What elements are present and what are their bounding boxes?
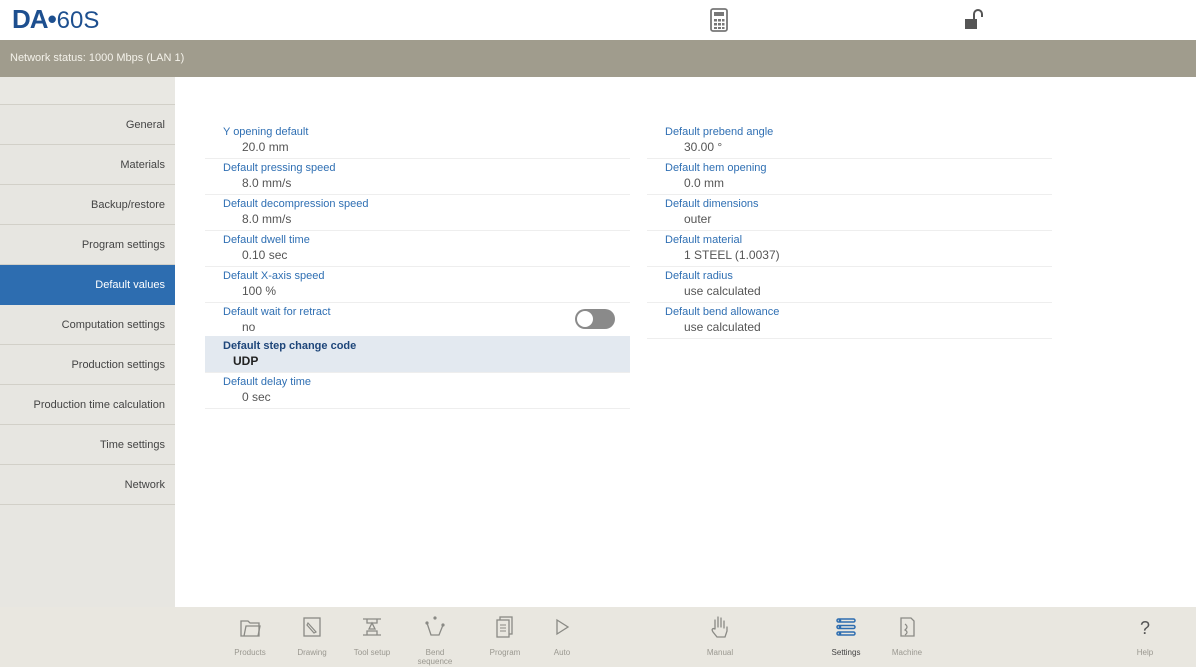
param-y-opening-default[interactable]: Y opening default 20.0 mm — [205, 122, 630, 159]
param-label: Default pressing speed — [223, 162, 336, 174]
param-value: use calculated — [684, 320, 761, 334]
param-label: Default decompression speed — [223, 198, 369, 210]
param-label: Default radius — [665, 270, 733, 282]
param-label: Y opening default — [223, 126, 309, 138]
program-icon — [496, 616, 513, 638]
help-icon: ? — [1140, 618, 1150, 638]
param-value: UDP — [233, 354, 259, 368]
param-label: Default hem opening — [665, 162, 767, 174]
tab-drawing[interactable]: Drawing — [287, 607, 337, 667]
settings-list-icon — [836, 618, 856, 636]
param-value: 100 % — [242, 284, 277, 298]
param-value: 0.0 mm — [684, 176, 725, 190]
tab-label: Help — [1136, 648, 1154, 657]
param-default-pressing-speed[interactable]: Default pressing speed 8.0 mm/s — [205, 158, 630, 195]
param-label: Default prebend angle — [665, 126, 774, 138]
param-default-wait-for-retract[interactable]: Default wait for retract no — [205, 302, 630, 339]
tab-tool-setup[interactable]: Tool setup — [347, 607, 397, 667]
param-value: outer — [684, 212, 712, 226]
sidebar-item-network[interactable]: Network — [0, 465, 175, 505]
tab-label: Settings — [831, 648, 861, 657]
sidebar-item-general[interactable]: General — [0, 105, 175, 145]
sidebar-item-default-values[interactable]: Default values — [0, 265, 175, 305]
param-label: Default X-axis speed — [223, 270, 325, 282]
tab-label: Bend sequence — [417, 648, 453, 666]
sidebar-item-materials[interactable]: Materials — [0, 145, 175, 185]
param-default-hem-opening[interactable]: Default hem opening 0.0 mm — [647, 158, 1052, 195]
param-default-prebend-angle[interactable]: Default prebend angle 30.00 ° — [647, 122, 1052, 159]
app-logo: DA•60S — [12, 4, 99, 36]
param-label: Default material — [665, 234, 743, 246]
tab-label: Program — [489, 648, 521, 657]
logo-model: 60S — [56, 7, 100, 34]
calculator-icon[interactable] — [709, 8, 729, 32]
param-value: 1 STEEL (1.0037) — [684, 248, 780, 262]
network-status-bar: Network status: 1000 Mbps (LAN 1) — [0, 40, 1196, 77]
param-default-x-axis-speed[interactable]: Default X-axis speed 100 % — [205, 266, 630, 303]
param-value: 30.00 ° — [684, 140, 723, 154]
tab-help[interactable]: ? Help — [1120, 607, 1170, 667]
param-value: 0.10 sec — [242, 248, 288, 262]
tab-auto[interactable]: Auto — [537, 607, 587, 667]
hand-icon — [711, 616, 728, 638]
param-default-step-change-code[interactable]: Default step change code UDP — [205, 336, 630, 373]
toggle-knob — [577, 311, 593, 327]
param-default-radius[interactable]: Default radius use calculated — [647, 266, 1052, 303]
param-value: use calculated — [684, 284, 761, 298]
wait-for-retract-toggle[interactable] — [575, 309, 615, 329]
tab-label: Tool setup — [353, 648, 391, 657]
param-value: 8.0 mm/s — [242, 212, 292, 226]
machine-icon — [900, 617, 915, 637]
default-values-panel: Y opening default 20.0 mm Default pressi… — [175, 77, 1196, 607]
param-label: Default bend allowance — [665, 306, 780, 318]
tab-label: Auto — [553, 648, 571, 657]
tab-label: Manual — [706, 648, 734, 657]
param-default-dimensions[interactable]: Default dimensions outer — [647, 194, 1052, 231]
tab-machine[interactable]: Machine — [882, 607, 932, 667]
tab-bend-sequence[interactable]: Bend sequence — [410, 607, 460, 667]
param-default-bend-allowance[interactable]: Default bend allowance use calculated — [647, 302, 1052, 339]
tab-label: Products — [234, 648, 266, 657]
settings-sidebar: General Materials Backup/restore Program… — [0, 77, 175, 607]
logo-brand: DA — [12, 4, 49, 34]
tab-settings[interactable]: Settings — [821, 607, 871, 667]
logo-dot: • — [47, 4, 57, 34]
param-default-dwell-time[interactable]: Default dwell time 0.10 sec — [205, 230, 630, 267]
sidebar-item-program-settings[interactable]: Program settings — [0, 225, 175, 265]
param-label: Default wait for retract — [223, 306, 331, 318]
pencil-icon — [303, 617, 321, 637]
param-default-decompression-speed[interactable]: Default decompression speed 8.0 mm/s — [205, 194, 630, 231]
play-icon — [556, 618, 570, 636]
sidebar-item-time-settings[interactable]: Time settings — [0, 425, 175, 465]
bottom-navigation: Products Drawing Tool setup Bend sequenc… — [0, 607, 1196, 667]
svg-text:?: ? — [1140, 618, 1150, 638]
unlock-icon[interactable] — [963, 8, 985, 32]
param-value: no — [242, 320, 256, 334]
param-default-material[interactable]: Default material 1 STEEL (1.0037) — [647, 230, 1052, 267]
param-value: 0 sec — [242, 390, 271, 404]
tab-manual[interactable]: Manual — [695, 607, 745, 667]
tab-program[interactable]: Program — [480, 607, 530, 667]
network-status-text: Network status: 1000 Mbps (LAN 1) — [10, 52, 185, 64]
param-default-delay-time[interactable]: Default delay time 0 sec — [205, 372, 630, 409]
sidebar-item-production-time-calculation[interactable]: Production time calculation — [0, 385, 175, 425]
sidebar-item-production-settings[interactable]: Production settings — [0, 345, 175, 385]
param-value: 8.0 mm/s — [242, 176, 292, 190]
param-value: 20.0 mm — [242, 140, 289, 154]
sidebar-spacer — [0, 77, 175, 105]
folder-icon — [240, 620, 261, 637]
sidebar-item-backup-restore[interactable]: Backup/restore — [0, 185, 175, 225]
tab-label: Machine — [891, 648, 923, 657]
param-label: Default dimensions — [665, 198, 759, 210]
param-label: Default delay time — [223, 376, 312, 388]
top-bar: DA•60S — [0, 0, 1196, 40]
tab-products[interactable]: Products — [225, 607, 275, 667]
tool-setup-icon — [363, 618, 381, 636]
bend-sequence-icon — [425, 616, 445, 636]
sidebar-item-computation-settings[interactable]: Computation settings — [0, 305, 175, 345]
param-label: Default dwell time — [223, 234, 310, 246]
tab-label: Drawing — [297, 648, 327, 657]
param-label: Default step change code — [223, 340, 357, 352]
